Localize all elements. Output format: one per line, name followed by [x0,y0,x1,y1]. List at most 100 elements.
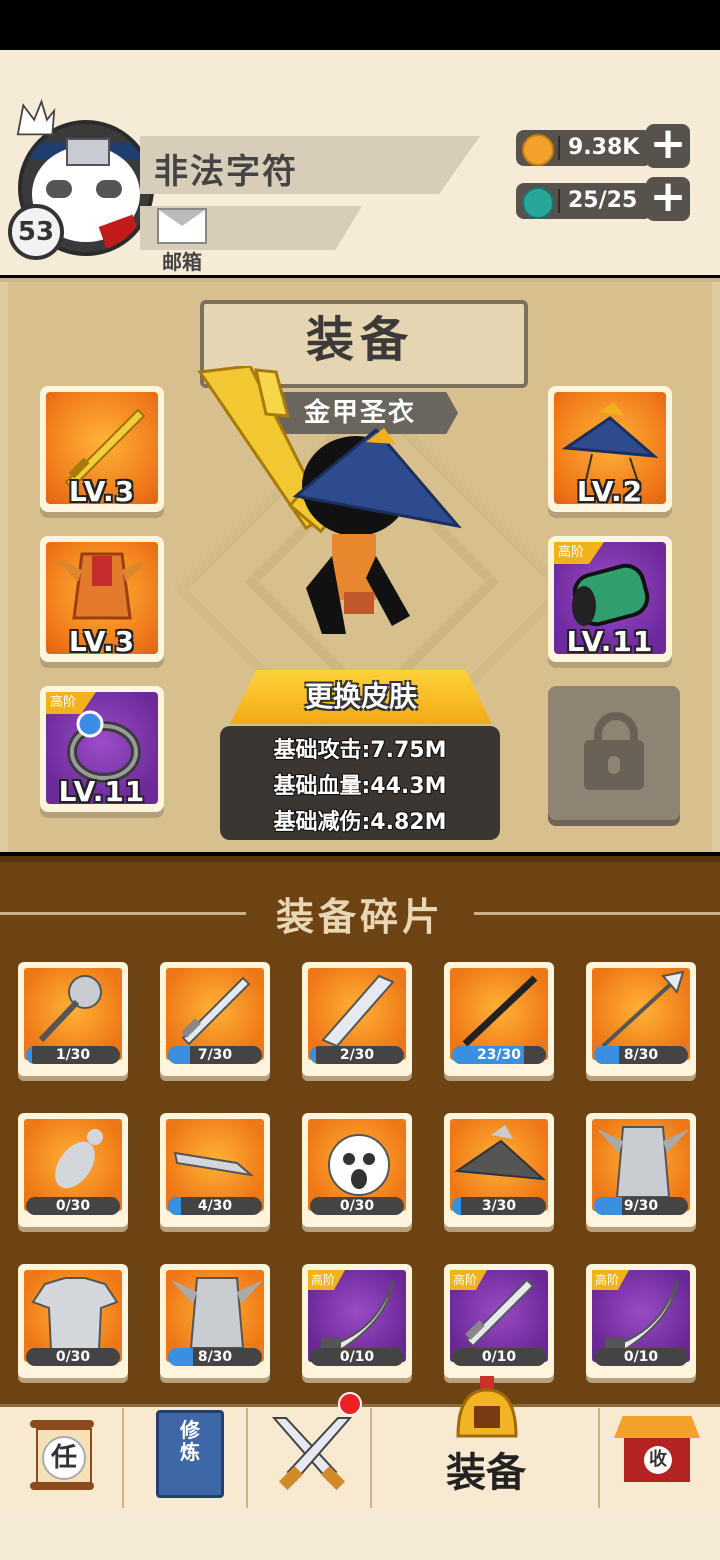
shard-item[interactable]: 9/30 [586,1113,696,1227]
shard-item[interactable]: 0/30 [18,1264,128,1378]
nav-divider [246,1408,248,1508]
staff-icon [462,975,538,1047]
face-mask-icon [328,1134,390,1196]
slot-level: LV.11 [58,775,146,808]
nav-task[interactable]: 任 [30,1410,94,1500]
nav-divider [598,1408,600,1508]
shard-count: 9/30 [623,1198,659,1214]
armor-icon [171,1277,263,1349]
stat-attack: 基础攻击:7.75M [273,738,447,763]
avatar-eye-right [96,180,122,198]
stat-hp: 基础血量:44.3M [273,774,447,799]
separator [558,136,560,160]
shard-count: 8/30 [197,1349,233,1365]
coins-value: 9.38K [568,135,640,160]
pagoda-roof-icon [614,1416,700,1438]
spear-icon [601,970,685,1048]
scroll-rod-top [30,1420,94,1428]
shard-count: 7/30 [197,1047,233,1063]
player-level-badge: 53 [8,204,64,260]
shard-count: 3/30 [481,1198,517,1214]
change-skin-label: 更换皮肤 [304,680,417,713]
shard-item[interactable]: 8/30 [586,962,696,1076]
slot-level: LV.11 [566,625,654,658]
energy-value: 25/25 [568,188,638,213]
nav-collect[interactable]: 收 [614,1416,700,1484]
energy-balloon-icon [522,187,554,219]
tshirt-icon [31,1277,119,1351]
coins-display: 9.38K [516,130,652,166]
shard-count: 4/30 [197,1198,233,1214]
shard-item[interactable]: 8/30 [160,1264,270,1378]
sword-icon [181,976,251,1046]
task-icon-text: 任 [42,1436,86,1480]
key-blade-icon [173,1151,255,1177]
shard-count: 0/10 [339,1349,375,1365]
add-coins-button[interactable]: + [646,122,690,168]
shard-item[interactable]: 7/30 [160,962,270,1076]
scroll-rod-bottom [30,1482,94,1490]
armor-icon [597,1126,689,1198]
nav-divider [122,1408,124,1508]
equip-slot-ring[interactable]: 高阶 LV.11 [40,686,164,812]
duck-icon [55,1129,103,1189]
player-name: 非法字符 [154,152,298,192]
shard-item[interactable]: 0/30 [302,1113,412,1227]
shard-item[interactable]: 2/30 [302,962,412,1076]
shard-count: 0/30 [55,1349,91,1365]
lock-keyhole [608,756,620,774]
mail-button[interactable]: 邮箱 [156,208,208,274]
shard-item[interactable]: 高阶 0/10 [444,1264,554,1378]
shard-item[interactable]: 高阶 0/10 [586,1264,696,1378]
nav-cultivate[interactable]: 修炼 [156,1410,224,1498]
crown-icon [16,98,56,136]
shard-item[interactable]: 3/30 [444,1113,554,1227]
bracer-icon [572,563,650,627]
shard-count: 0/30 [339,1198,375,1214]
equip-slot-armor[interactable]: LV.3 [40,536,164,662]
book-icon-text: 修炼 [180,1418,200,1464]
shard-count: 0/30 [55,1198,91,1214]
shard-count: 23/30 [476,1047,522,1063]
nav-divider [370,1408,372,1508]
shard-item[interactable]: 高阶 0/10 [302,1264,412,1378]
shard-item[interactable]: 4/30 [160,1113,270,1227]
mail-label: 邮箱 [162,250,202,274]
character-figure [197,366,462,634]
envelope-icon [157,208,207,244]
equip-slot-hat[interactable]: LV.2 [548,386,672,512]
ring-icon [67,710,141,783]
shard-count: 8/30 [623,1047,659,1063]
mace-icon [38,975,102,1043]
headband-plate [66,138,110,166]
equip-slot-bracer[interactable]: 高阶 LV.11 [548,536,672,662]
collect-icon-text: 收 [644,1446,672,1474]
coin-icon [522,134,554,166]
energy-display: 25/25 [516,183,652,219]
locked-slot[interactable] [548,686,680,820]
separator [558,189,560,213]
shard-count: 1/30 [55,1047,91,1063]
nav-equipment[interactable]: 装备 [436,1440,536,1498]
add-energy-button[interactable]: + [646,175,690,221]
shard-item[interactable]: 1/30 [18,962,128,1076]
nav-battle[interactable] [270,1414,354,1496]
equip-slot-weapon[interactable]: LV.3 [40,386,164,512]
blade-icon [321,974,395,1048]
bottom-safe-area [0,1512,720,1560]
shard-count: 2/30 [339,1047,375,1063]
stat-defense: 基础减伤:4.82M [273,810,447,835]
shard-count: 0/10 [623,1349,659,1365]
shards-title: 装备碎片 [275,895,444,939]
straw-hat-icon [454,1125,546,1181]
slot-level: LV.3 [68,475,136,508]
shard-item[interactable]: 23/30 [444,962,554,1076]
slot-level: LV.3 [68,625,136,658]
shard-item[interactable]: 0/30 [18,1113,128,1227]
shard-count: 0/10 [481,1349,517,1365]
slot-level: LV.2 [576,475,644,508]
notification-dot [338,1392,362,1416]
helmet-icon [456,1376,518,1438]
armor-icon [54,552,150,620]
status-bar [0,0,720,50]
